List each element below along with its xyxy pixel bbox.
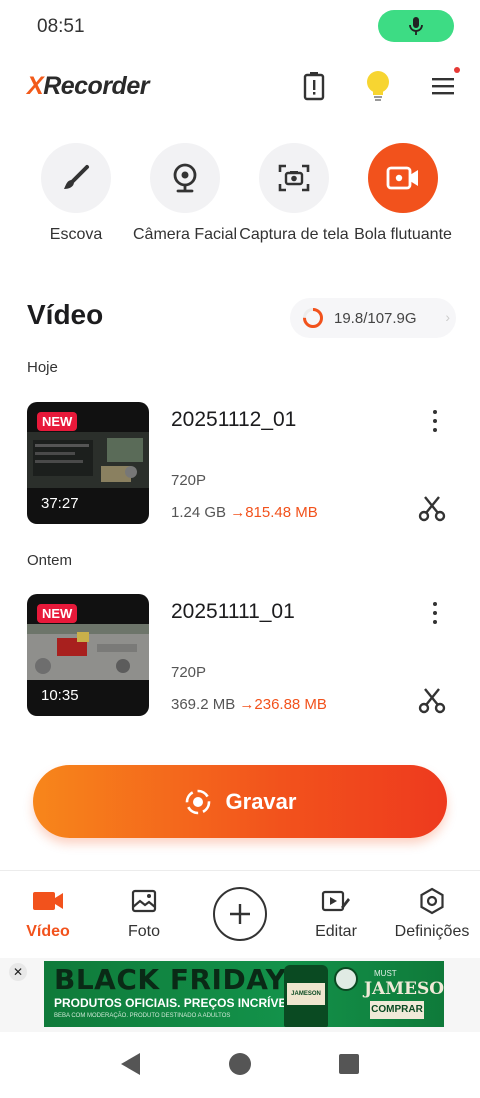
status-bar: 08:51 [0,0,480,52]
microphone-icon [409,17,423,35]
edit-video-icon [321,890,350,912]
tool-facecam[interactable]: Câmera Facial [130,143,240,245]
scissors-icon[interactable] [418,494,446,522]
tool-brush-label: Escova [49,226,103,243]
bottle-image: JAMESON [284,965,328,1027]
mic-indicator[interactable] [378,10,454,42]
image-icon [131,889,157,913]
ad-legal-text: BEBA COM MODERAÇÃO. PRODUTO DESTINADO A … [54,1013,231,1019]
record-button-label: Gravar [225,788,297,814]
seal-icon [334,967,358,991]
size-original: 369.2 MB [171,696,236,713]
ad-subline: PRODUTOS OFICIAIS. PREÇOS INCRÍVEIS. [54,996,302,1010]
tool-screenshot[interactable]: Captura de tela [239,143,349,245]
tool-facecam-label: Câmera Facial [132,226,238,243]
section-title: Vídeo [27,299,104,330]
ad-brand: JAMESON [364,979,444,999]
video-thumbnail[interactable]: NEW 37:27 [27,402,149,524]
brush-icon [64,165,89,189]
menu-button[interactable] [425,68,461,104]
more-options-button[interactable] [423,600,447,626]
lightbulb-icon [367,71,389,101]
storage-ring-icon [303,308,323,328]
nav-video[interactable]: Vídeo [8,885,88,941]
ad-close-icon[interactable]: ✕ [9,963,27,981]
notification-dot [454,67,460,73]
arrow-right-icon: → [230,504,246,521]
ad-container: ✕ BLACK FRIDAY PRODUTOS OFICIAIS. PREÇOS… [0,958,480,1032]
nav-settings-label: Definições [394,923,470,940]
nav-video-label: Vídeo [26,923,70,940]
video-name: 20251112_01 [171,408,297,431]
app-header: XRecorder [0,60,480,112]
ad-must-text: MUST [374,969,397,978]
video-item[interactable]: NEW 10:35 20251111_01 720P 369.2 MB →236… [27,594,453,716]
ad-cta-button[interactable]: COMPRAR [370,1001,424,1019]
system-navigation-bar [0,1032,480,1098]
video-name: 20251111_01 [171,600,295,623]
arrow-right-icon: → [239,696,255,713]
app-logo: XRecorder [27,72,149,100]
nav-settings[interactable]: Definições [392,885,472,941]
tips-button[interactable] [360,68,396,104]
chevron-right-icon: › [445,309,450,325]
nav-edit[interactable]: Editar [296,885,376,941]
storage-text: 19.8/107.9G [334,309,417,327]
new-badge: NEW [37,604,78,623]
plus-icon [230,904,250,924]
video-resolution: 720P [171,664,207,681]
nav-photo-label: Foto [127,923,160,940]
screenshot-icon [278,164,310,192]
size-original: 1.24 GB [171,504,227,521]
video-thumbnail[interactable]: NEW 10:35 [27,594,149,716]
new-badge: NEW [37,412,78,431]
video-size: 369.2 MB →236.88 MB [171,696,327,713]
video-size: 1.24 GB →815.48 MB [171,504,318,521]
status-time: 08:51 [37,16,85,37]
size-compressed: 236.88 MB [254,696,327,713]
nav-photo[interactable]: Foto [104,885,184,941]
tool-floating-ball-label: Bola flutuante [354,226,452,243]
tool-screenshot-label: Captura de tela [239,226,349,243]
hamburger-menu-icon [432,78,454,95]
video-duration: 37:27 [41,495,79,512]
scissors-icon[interactable] [418,686,446,714]
video-duration: 10:35 [41,687,79,704]
nav-edit-label: Editar [315,923,357,940]
storage-button[interactable]: 19.8/107.9G › [290,298,456,338]
more-vertical-icon [433,410,437,415]
video-item[interactable]: NEW 37:27 20251112_01 720P 1.24 GB →815.… [27,402,453,524]
video-resolution: 720P [171,472,207,489]
home-icon[interactable] [228,1052,252,1076]
video-preview [27,432,149,488]
day-label: Hoje [27,359,58,376]
recents-icon[interactable] [338,1053,360,1075]
bottle-label: JAMESON [287,983,325,1005]
size-compressed: 815.48 MB [245,504,318,521]
webcam-icon [173,163,197,193]
record-button[interactable]: Gravar [33,765,447,838]
tool-floating-ball[interactable]: Bola flutuante [348,143,458,245]
add-button[interactable] [213,887,267,941]
battery-alert-button[interactable] [296,68,332,104]
more-vertical-icon [433,602,437,607]
ad-headline: BLACK FRIDAY [54,963,287,996]
more-options-button[interactable] [423,408,447,434]
settings-hexagon-icon [420,887,444,915]
back-icon[interactable] [118,1051,142,1077]
video-preview [27,624,149,680]
day-label: Ontem [27,552,73,569]
ad-banner[interactable]: BLACK FRIDAY PRODUTOS OFICIAIS. PREÇOS I… [44,961,444,1027]
record-icon [185,789,210,814]
video-camera-icon [33,892,63,910]
tool-brush[interactable]: Escova [21,143,131,245]
battery-alert-icon [303,72,325,101]
floating-ball-icon [386,166,418,190]
